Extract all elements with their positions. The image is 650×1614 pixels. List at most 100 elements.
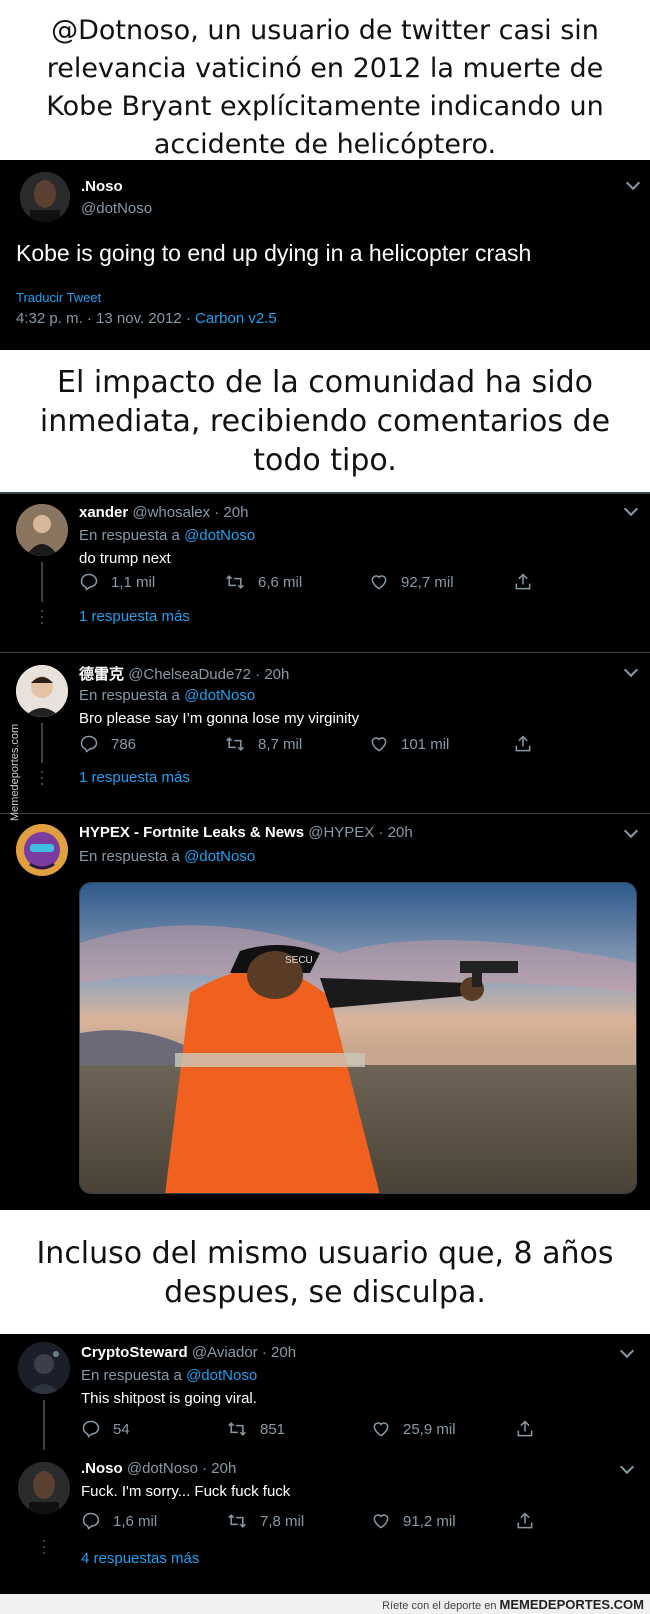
like-button[interactable]: 25,9 mil <box>371 1419 456 1439</box>
like-count: 91,2 mil <box>403 1512 456 1530</box>
author-display-name[interactable]: .Noso <box>81 1460 123 1477</box>
avatar[interactable] <box>16 504 68 556</box>
thread-line <box>41 562 43 602</box>
reply-button[interactable]: 786 <box>79 734 136 754</box>
side-watermark: Memedeportes.com <box>9 723 21 821</box>
author-display-name[interactable]: xander <box>79 504 128 521</box>
original-tweet[interactable]: .Noso @dotNoso Kobe is going to end up d… <box>0 160 650 350</box>
reply-tweet[interactable]: .Noso @dotNoso · 20h Fuck. I'm sorry... … <box>0 1456 650 1592</box>
thread-dots <box>41 771 43 789</box>
client-link[interactable]: Carbon v2.5 <box>195 310 277 327</box>
author-handle[interactable]: @dotNoso <box>81 200 152 217</box>
footer-text: Ríete con el deporte en MEMEDEPORTES.COM <box>382 1597 644 1612</box>
author-handle[interactable]: @Aviador · 20h <box>192 1344 296 1361</box>
avatar[interactable] <box>16 665 68 717</box>
reply-to-link[interactable]: @dotNoso <box>184 848 255 865</box>
like-button[interactable]: 92,7 mil <box>369 572 454 592</box>
retweet-icon <box>228 1422 246 1436</box>
chevron-down-icon[interactable] <box>623 501 639 517</box>
timestamp-text: 4:32 p. m. · 13 nov. 2012 · <box>16 310 195 327</box>
tweet-text: Bro please say I’m gonna lose my virgini… <box>79 710 360 727</box>
author-name[interactable]: HYPEX - Fortnite Leaks & News @HYPEX · 2… <box>79 824 413 841</box>
heart-icon <box>371 575 387 590</box>
reply-context: En respuesta a @dotNoso <box>81 1367 257 1384</box>
video-player[interactable]: SECU <box>79 882 637 1194</box>
author-handle[interactable]: @HYPEX · 20h <box>308 824 412 841</box>
reply-to-link[interactable]: @dotNoso <box>184 527 255 544</box>
reply-context: En respuesta a @dotNoso <box>79 687 255 704</box>
thread-dots <box>43 1540 45 1558</box>
author-display-name[interactable]: CryptoSteward <box>81 1344 188 1361</box>
comment-icon <box>82 1420 100 1438</box>
author-handle[interactable]: @dotNoso · 20h <box>127 1460 236 1477</box>
author-name[interactable]: 德雷克 @ChelseaDude72 · 20h <box>79 663 289 684</box>
caption-bottom: Incluso del mismo usuario que, 8 años de… <box>0 1212 650 1332</box>
retweet-count: 6,6 mil <box>258 573 303 591</box>
share-button[interactable] <box>513 734 545 754</box>
reply-button[interactable]: 54 <box>81 1419 130 1439</box>
author-name[interactable]: CryptoSteward @Aviador · 20h <box>81 1344 296 1361</box>
more-replies-link[interactable]: 4 respuestas más <box>81 1550 199 1567</box>
reply-context-prefix: En respuesta a <box>81 1367 187 1384</box>
comment-count: 54 <box>113 1420 130 1438</box>
share-button[interactable] <box>513 572 545 592</box>
retweet-count: 8,7 mil <box>258 735 303 753</box>
like-button[interactable]: 91,2 mil <box>371 1511 456 1531</box>
reply-context: En respuesta a @dotNoso <box>79 527 255 544</box>
avatar[interactable] <box>18 1462 70 1514</box>
share-button[interactable] <box>515 1419 547 1439</box>
avatar[interactable] <box>20 172 70 222</box>
tweet-text: This shitpost is going viral. <box>81 1390 257 1407</box>
retweet-button[interactable]: 6,6 mil <box>224 572 302 592</box>
more-replies-link[interactable]: 1 respuesta más <box>79 608 190 625</box>
author-display-name[interactable]: HYPEX - Fortnite Leaks & News <box>79 824 304 841</box>
share-icon <box>517 1420 533 1437</box>
video-frame: SECU <box>80 883 636 1193</box>
caption-bottom-text: Incluso del mismo usuario que, 8 años de… <box>36 1236 614 1310</box>
retweet-button[interactable]: 7,8 mil <box>226 1511 304 1531</box>
reply-context-prefix: En respuesta a <box>79 848 185 865</box>
reply-tweet[interactable]: 德雷克 @ChelseaDude72 · 20h En respuesta a … <box>0 653 650 813</box>
chevron-down-icon[interactable] <box>619 1343 635 1359</box>
translate-link[interactable]: Traducir Tweet <box>16 290 101 305</box>
author-name[interactable]: .Noso @dotNoso · 20h <box>81 1460 236 1477</box>
avatar[interactable] <box>18 1342 70 1394</box>
heart-icon <box>373 1514 389 1529</box>
retweet-button[interactable]: 8,7 mil <box>224 734 302 754</box>
comment-count: 1,6 mil <box>113 1512 158 1530</box>
author-name[interactable]: xander @whosalex · 20h <box>79 504 249 521</box>
author-handle[interactable]: @whosalex · 20h <box>132 504 248 521</box>
author-name[interactable]: .Noso <box>81 178 123 195</box>
avatar[interactable] <box>16 824 68 876</box>
reply-button[interactable]: 1,1 mil <box>79 572 155 592</box>
author-display-name[interactable]: 德雷克 <box>79 666 124 683</box>
chevron-down-icon[interactable] <box>623 823 639 839</box>
tweet-text: Kobe is going to end up dying in a helic… <box>16 240 532 266</box>
tweet-text: Fuck. I'm sorry... Fuck fuck fuck <box>81 1483 291 1500</box>
like-count: 101 mil <box>401 735 450 753</box>
chevron-down-icon[interactable] <box>625 175 641 191</box>
chevron-down-icon[interactable] <box>623 662 639 678</box>
retweet-button[interactable]: 851 <box>226 1419 285 1439</box>
like-count: 25,9 mil <box>403 1420 456 1438</box>
reply-tweet-media[interactable]: HYPEX - Fortnite Leaks & News @HYPEX · 2… <box>0 814 650 1210</box>
footer-brand[interactable]: MEMEDEPORTES.COM <box>500 1597 644 1612</box>
reply-tweet[interactable]: xander @whosalex · 20h En respuesta a @d… <box>0 492 650 652</box>
reply-button[interactable]: 1,6 mil <box>81 1511 157 1531</box>
caption-top: @Dotnoso, un usuario de twitter casi sin… <box>0 10 650 160</box>
comment-icon <box>82 1512 100 1530</box>
replies-block-1: xander @whosalex · 20h En respuesta a @d… <box>0 492 650 1210</box>
reply-tweet[interactable]: CryptoSteward @Aviador · 20h En respuest… <box>0 1334 650 1454</box>
more-replies-link[interactable]: 1 respuesta más <box>79 769 190 786</box>
retweet-icon <box>226 575 244 589</box>
chevron-down-icon[interactable] <box>619 1459 635 1475</box>
tweet-text: do trump next <box>79 550 171 567</box>
like-count: 92,7 mil <box>401 573 454 591</box>
like-button[interactable]: 101 mil <box>369 734 449 754</box>
reply-to-link[interactable]: @dotNoso <box>184 687 255 704</box>
author-handle[interactable]: @ChelseaDude72 · 20h <box>128 666 289 683</box>
cap-text: SECU <box>285 955 313 966</box>
reply-to-link[interactable]: @dotNoso <box>186 1367 257 1384</box>
heart-icon <box>373 1422 389 1437</box>
share-button[interactable] <box>515 1511 547 1531</box>
